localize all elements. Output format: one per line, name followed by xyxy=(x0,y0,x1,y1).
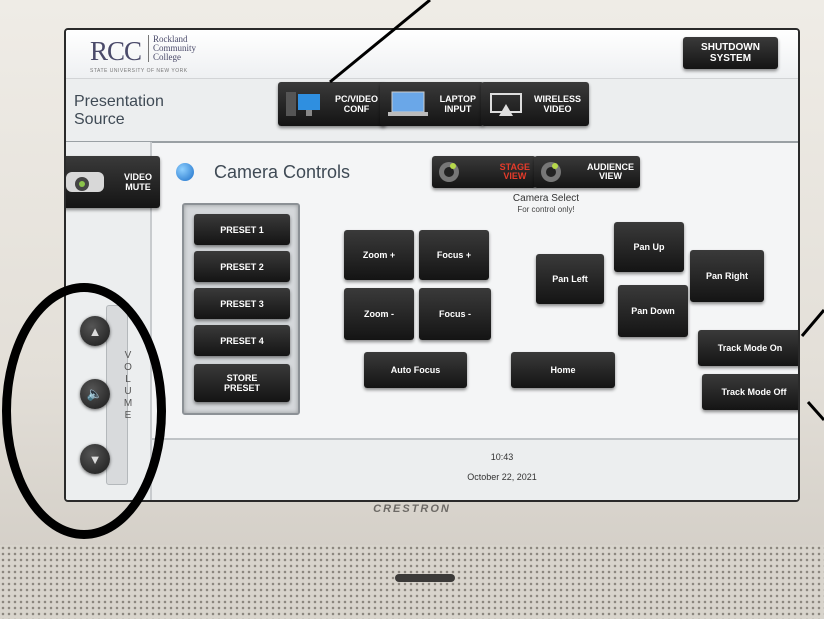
camera-select-label: Camera Select xyxy=(512,193,580,204)
pan-left-button[interactable]: Pan Left xyxy=(536,254,604,304)
camera-icon xyxy=(541,162,561,182)
audience-view-label: AUDIENCE VIEW xyxy=(586,162,634,181)
college-logo-subtitle: STATE UNIVERSITY OF NEW YORK xyxy=(90,68,188,74)
zoom-in-button[interactable]: Zoom + xyxy=(344,230,414,280)
header-bar: RCC Rockland Community College STATE UNI… xyxy=(66,30,798,78)
clock-date: October 22, 2021 xyxy=(467,472,537,482)
touch-screen: RCC Rockland Community College STATE UNI… xyxy=(64,28,800,502)
preset-3-button[interactable]: PRESET 3 xyxy=(194,288,290,319)
stage-view-label: STAGE VIEW xyxy=(499,162,530,181)
shutdown-system-button[interactable]: SHUTDOWN SYSTEM xyxy=(683,37,778,69)
video-mute-button[interactable]: VIDEO MUTE xyxy=(66,156,160,208)
laptop-input-label: LAPTOP INPUT xyxy=(439,94,476,114)
stage-view-button[interactable]: STAGE VIEW xyxy=(432,156,536,188)
annotation-ellipse xyxy=(2,283,166,539)
pan-up-button[interactable]: Pan Up xyxy=(614,222,684,272)
college-logo-name: Rockland Community College xyxy=(148,35,196,62)
laptop-input-button[interactable]: LAPTOP INPUT xyxy=(380,82,484,126)
auto-focus-button[interactable]: Auto Focus xyxy=(364,352,467,388)
preset-1-button[interactable]: PRESET 1 xyxy=(194,214,290,245)
focus-out-button[interactable]: Focus - xyxy=(419,288,491,340)
speaker-slot xyxy=(395,574,455,582)
wireless-video-label: WIRELESS VIDEO xyxy=(533,94,581,114)
presentation-source-label: Presentation Source xyxy=(74,93,164,128)
status-bar: 10:43 October 22, 2021 xyxy=(152,438,798,500)
pc-icon xyxy=(286,92,320,116)
airplay-icon xyxy=(490,93,522,116)
projector-icon xyxy=(66,172,104,192)
camera-icon xyxy=(439,162,459,182)
video-mute-label: VIDEO MUTE xyxy=(123,172,152,192)
track-mode-off-button[interactable]: Track Mode Off xyxy=(702,374,798,410)
laptop-icon xyxy=(388,91,428,116)
wireless-video-button[interactable]: WIRELESS VIDEO xyxy=(481,82,589,126)
camera-status-icon xyxy=(176,163,194,181)
pc-video-conf-label: PC/VIDEO CONF xyxy=(334,94,378,114)
preset-2-button[interactable]: PRESET 2 xyxy=(194,251,290,282)
pan-right-button[interactable]: Pan Right xyxy=(690,250,764,302)
home-button[interactable]: Home xyxy=(511,352,615,388)
preset-4-button[interactable]: PRESET 4 xyxy=(194,325,290,356)
camera-controls-title: Camera Controls xyxy=(214,162,351,182)
camera-select-note: For control only! xyxy=(517,205,575,214)
store-preset-button[interactable]: STORE PRESET xyxy=(194,364,290,402)
track-mode-on-button[interactable]: Track Mode On xyxy=(698,330,798,366)
pc-video-conf-button[interactable]: PC/VIDEO CONF xyxy=(278,82,386,126)
speaker-grille xyxy=(0,545,824,619)
focus-in-button[interactable]: Focus + xyxy=(419,230,489,280)
audience-view-button[interactable]: AUDIENCE VIEW xyxy=(534,156,640,188)
clock-time: 10:43 xyxy=(490,452,514,462)
zoom-out-button[interactable]: Zoom - xyxy=(344,288,414,340)
college-logo-mark: RCC xyxy=(90,36,142,66)
pan-down-button[interactable]: Pan Down xyxy=(618,285,688,337)
